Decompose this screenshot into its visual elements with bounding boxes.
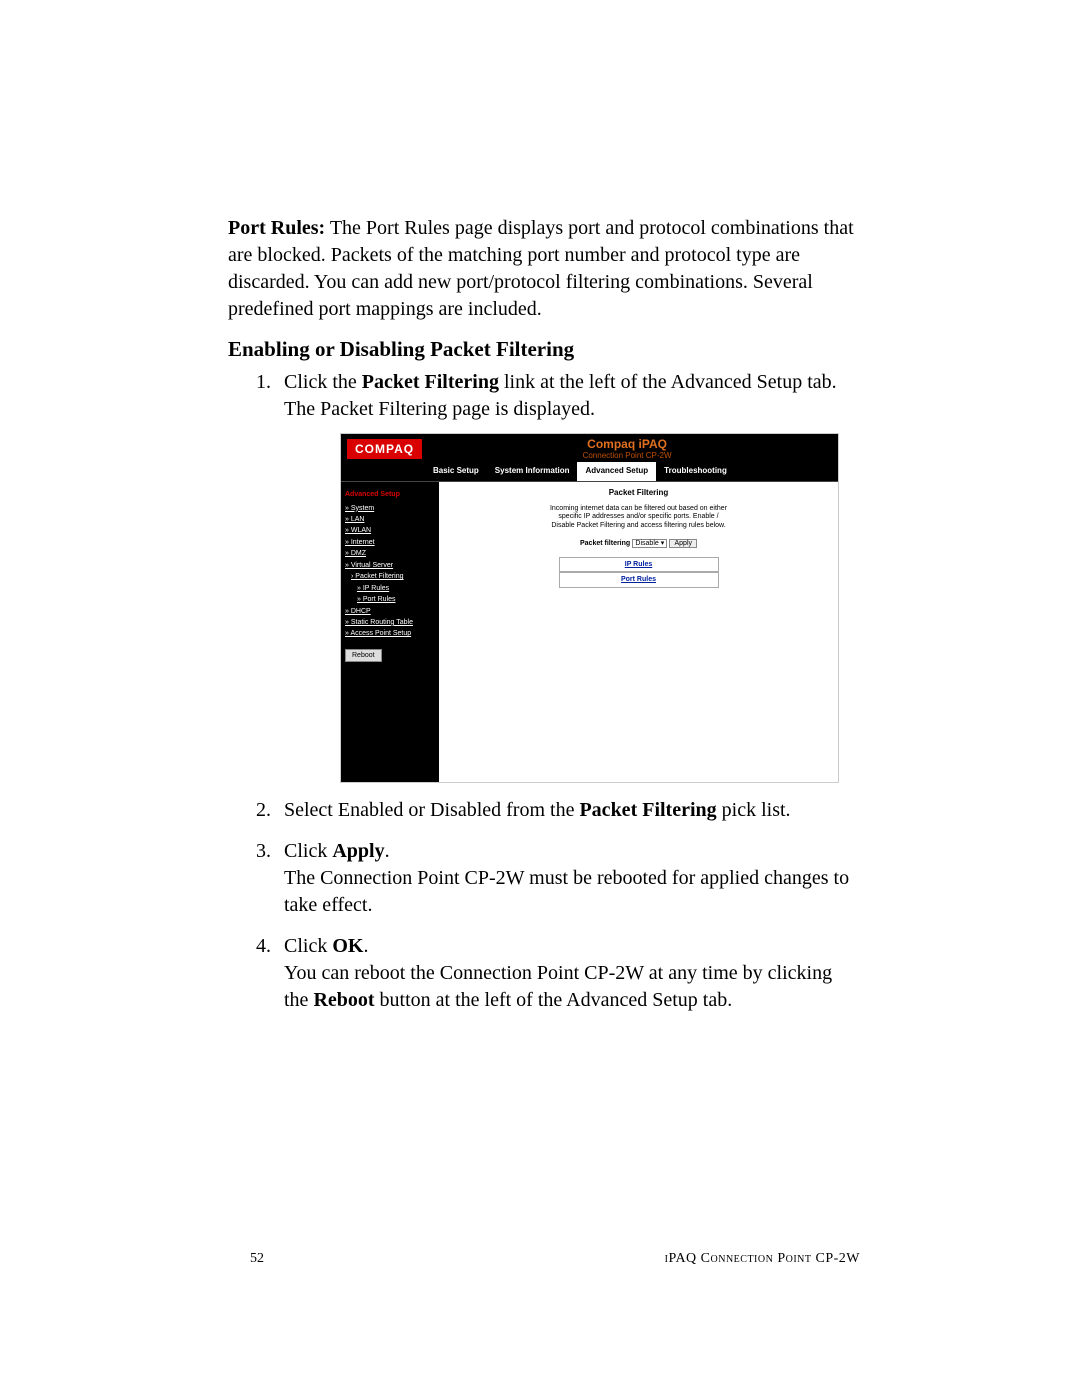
content-title: Packet Filtering [449,488,828,499]
reboot-button[interactable]: Reboot [345,649,382,662]
port-rules-label: Port Rules: [228,217,325,239]
apply-button[interactable]: Apply [669,539,697,548]
page-number: 52 [250,1251,264,1267]
filter-label: Packet filtering [580,540,630,547]
sidebar-system[interactable]: » System [345,504,435,513]
router-body: Advanced Setup » System » LAN » WLAN » I… [341,482,838,782]
sidebar-dhcp[interactable]: » DHCP [345,607,435,616]
step-text: Click OK. [284,935,368,957]
router-header: COMPAQ Compaq iPAQ Connection Point CP-2… [341,434,838,462]
router-screenshot: COMPAQ Compaq iPAQ Connection Point CP-2… [340,433,839,783]
port-rules-row: Port Rules [559,572,719,587]
rules-table: IP Rules Port Rules [559,557,719,588]
filter-row: Packet filtering Disable ▾ Apply [449,538,828,549]
page-body: Port Rules: The Port Rules page displays… [0,0,1080,1014]
router-sidebar: Advanced Setup » System » LAN » WLAN » I… [341,482,439,782]
compaq-logo: COMPAQ [347,439,422,459]
page-footer: 52 iPAQ Connection Point CP-2W [250,1251,860,1267]
step-number: 2. [256,797,271,824]
ip-rules-row: IP Rules [559,557,719,572]
sidebar-heading: Advanced Setup [345,490,435,499]
port-rules-link[interactable]: Port Rules [621,576,656,583]
step-number: 1. [256,369,271,396]
sidebar-packet-filtering[interactable]: › Packet Filtering [351,572,435,581]
section-heading: Enabling or Disabling Packet Filtering [228,335,860,363]
step-text: Select Enabled or Disabled from the Pack… [284,799,791,821]
sidebar-internet[interactable]: » Internet [345,538,435,547]
step-3: 3. Click Apply. The Connection Point CP-… [256,838,860,919]
packet-filtering-select[interactable]: Disable ▾ [632,539,667,548]
tab-system-information[interactable]: System Information [487,462,578,481]
tab-troubleshooting[interactable]: Troubleshooting [656,462,735,481]
step-result: You can reboot the Connection Point CP-2… [284,960,860,1014]
router-content: Packet Filtering Incoming internet data … [439,482,838,782]
sidebar-dmz[interactable]: » DMZ [345,549,435,558]
intro-paragraph: Port Rules: The Port Rules page displays… [228,215,860,323]
step-result: The Packet Filtering page is displayed. [284,396,860,423]
router-title: Compaq iPAQ Connection Point CP-2W [422,438,832,460]
step-number: 3. [256,838,271,865]
sidebar-virtual-server[interactable]: » Virtual Server [345,561,435,570]
step-text: Click the Packet Filtering link at the l… [284,371,837,393]
sidebar-static-routing-table[interactable]: » Static Routing Table [345,618,435,627]
footer-title: iPAQ Connection Point CP-2W [665,1251,860,1267]
content-description: Incoming internet data can be filtered o… [549,505,729,530]
tab-advanced-setup[interactable]: Advanced Setup [577,462,656,481]
sidebar-ip-rules[interactable]: » IP Rules [357,584,435,593]
steps-list: 1. Click the Packet Filtering link at th… [256,369,860,1014]
step-number: 4. [256,933,271,960]
ip-rules-link[interactable]: IP Rules [625,561,653,568]
tab-basic-setup[interactable]: Basic Setup [425,462,487,481]
step-text: Click Apply. [284,840,390,862]
sidebar-lan[interactable]: » LAN [345,515,435,524]
step-2: 2. Select Enabled or Disabled from the P… [256,797,860,824]
step-4: 4. Click OK. You can reboot the Connecti… [256,933,860,1014]
sidebar-wlan[interactable]: » WLAN [345,526,435,535]
sidebar-access-point-setup[interactable]: » Access Point Setup [345,629,435,638]
step-1: 1. Click the Packet Filtering link at th… [256,369,860,783]
sidebar-port-rules[interactable]: » Port Rules [357,595,435,604]
step-result: The Connection Point CP-2W must be reboo… [284,865,860,919]
router-tabs: Basic Setup System Information Advanced … [341,462,838,482]
